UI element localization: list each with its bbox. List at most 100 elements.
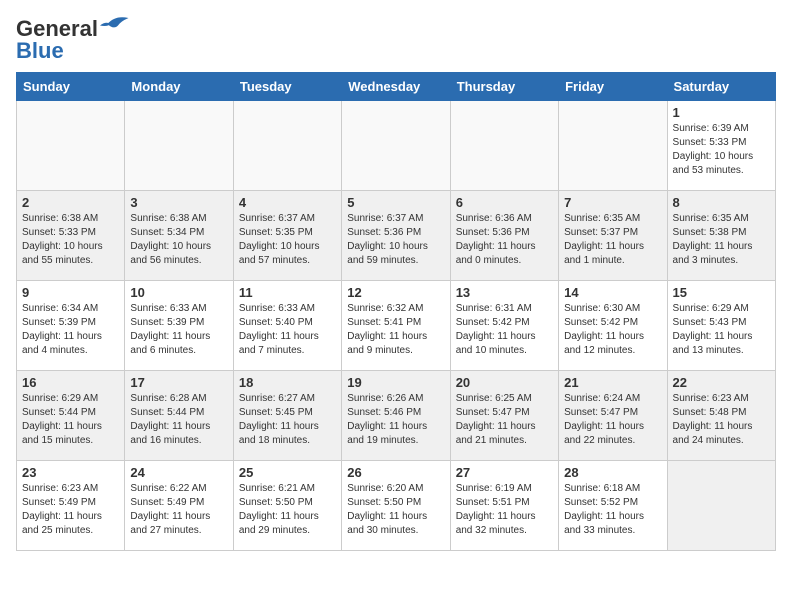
day-number: 3: [130, 195, 227, 210]
day-info: Sunrise: 6:36 AM Sunset: 5:36 PM Dayligh…: [456, 212, 553, 268]
day-number: 28: [564, 465, 661, 480]
day-number: 5: [347, 195, 444, 210]
calendar-day-cell: 3 Sunrise: 6:38 AM Sunset: 5:34 PM Daylig…: [125, 191, 233, 281]
day-number: 27: [456, 465, 553, 480]
day-number: 19: [347, 375, 444, 390]
calendar-day-cell: [233, 101, 341, 191]
calendar-day-cell: 23 Sunrise: 6:23 AM Sunset: 5:49 PM Dayli…: [17, 461, 125, 551]
calendar-day-cell: 27 Sunrise: 6:19 AM Sunset: 5:51 PM Dayli…: [450, 461, 558, 551]
day-info: Sunrise: 6:35 AM Sunset: 5:37 PM Dayligh…: [564, 212, 661, 268]
day-info: Sunrise: 6:25 AM Sunset: 5:47 PM Dayligh…: [456, 392, 553, 448]
day-info: Sunrise: 6:29 AM Sunset: 5:44 PM Dayligh…: [22, 392, 119, 448]
day-info: Sunrise: 6:33 AM Sunset: 5:40 PM Dayligh…: [239, 302, 336, 358]
calendar-day-cell: 25Sunrise: 6:21 AM Sunset: 5:50 PM Dayli…: [233, 461, 341, 551]
calendar-day-cell: [667, 461, 775, 551]
calendar-day-cell: [342, 101, 450, 191]
calendar-day-cell: 9 Sunrise: 6:34 AM Sunset: 5:39 PM Daylig…: [17, 281, 125, 371]
day-info: Sunrise: 6:38 AM Sunset: 5:34 PM Dayligh…: [130, 212, 227, 268]
calendar-day-cell: 19 Sunrise: 6:26 AM Sunset: 5:46 PM Dayli…: [342, 371, 450, 461]
calendar-header-row: SundayMondayTuesdayWednesdayThursdayFrid…: [17, 73, 776, 101]
calendar-day-cell: 11 Sunrise: 6:33 AM Sunset: 5:40 PM Dayli…: [233, 281, 341, 371]
calendar-day-cell: 20 Sunrise: 6:25 AM Sunset: 5:47 PM Dayli…: [450, 371, 558, 461]
day-number: 11: [239, 285, 336, 300]
day-info: Sunrise: 6:37 AM Sunset: 5:36 PM Dayligh…: [347, 212, 444, 268]
day-info: Sunrise: 6:30 AM Sunset: 5:42 PM Dayligh…: [564, 302, 661, 358]
calendar-day-cell: 12 Sunrise: 6:32 AM Sunset: 5:41 PM Dayli…: [342, 281, 450, 371]
day-info: Sunrise: 6:35 AM Sunset: 5:38 PM Dayligh…: [673, 212, 770, 268]
calendar-day-cell: 16Sunrise: 6:29 AM Sunset: 5:44 PM Dayli…: [17, 371, 125, 461]
calendar-day-cell: [559, 101, 667, 191]
day-number: 15: [673, 285, 770, 300]
day-number: 9: [22, 285, 119, 300]
day-number: 26: [347, 465, 444, 480]
day-info: Sunrise: 6:18 AM Sunset: 5:52 PM Dayligh…: [564, 482, 661, 538]
day-info: Sunrise: 6:29 AM Sunset: 5:43 PM Dayligh…: [673, 302, 770, 358]
calendar-table: SundayMondayTuesdayWednesdayThursdayFrid…: [16, 72, 776, 551]
column-header-thursday: Thursday: [450, 73, 558, 101]
day-number: 23: [22, 465, 119, 480]
day-info: Sunrise: 6:23 AM Sunset: 5:48 PM Dayligh…: [673, 392, 770, 448]
logo-blue: Blue: [16, 38, 64, 64]
calendar-day-cell: 21 Sunrise: 6:24 AM Sunset: 5:47 PM Dayli…: [559, 371, 667, 461]
calendar-day-cell: 1Sunrise: 6:39 AM Sunset: 5:33 PM Daylig…: [667, 101, 775, 191]
logo-bird-icon: [100, 15, 130, 33]
day-number: 8: [673, 195, 770, 210]
day-info: Sunrise: 6:38 AM Sunset: 5:33 PM Dayligh…: [22, 212, 119, 268]
day-info: Sunrise: 6:19 AM Sunset: 5:51 PM Dayligh…: [456, 482, 553, 538]
day-info: Sunrise: 6:20 AM Sunset: 5:50 PM Dayligh…: [347, 482, 444, 538]
day-number: 1: [673, 105, 770, 120]
column-header-monday: Monday: [125, 73, 233, 101]
day-info: Sunrise: 6:24 AM Sunset: 5:47 PM Dayligh…: [564, 392, 661, 448]
calendar-day-cell: 22 Sunrise: 6:23 AM Sunset: 5:48 PM Dayli…: [667, 371, 775, 461]
column-header-friday: Friday: [559, 73, 667, 101]
day-info: Sunrise: 6:32 AM Sunset: 5:41 PM Dayligh…: [347, 302, 444, 358]
calendar-day-cell: 4Sunrise: 6:37 AM Sunset: 5:35 PM Daylig…: [233, 191, 341, 281]
page-header: General Blue: [16, 16, 776, 64]
calendar-week-row: 1Sunrise: 6:39 AM Sunset: 5:33 PM Daylig…: [17, 101, 776, 191]
calendar-day-cell: 8 Sunrise: 6:35 AM Sunset: 5:38 PM Daylig…: [667, 191, 775, 281]
day-info: Sunrise: 6:28 AM Sunset: 5:44 PM Dayligh…: [130, 392, 227, 448]
day-info: Sunrise: 6:34 AM Sunset: 5:39 PM Dayligh…: [22, 302, 119, 358]
day-number: 2: [22, 195, 119, 210]
day-info: Sunrise: 6:22 AM Sunset: 5:49 PM Dayligh…: [130, 482, 227, 538]
calendar-week-row: 9 Sunrise: 6:34 AM Sunset: 5:39 PM Daylig…: [17, 281, 776, 371]
calendar-day-cell: 28 Sunrise: 6:18 AM Sunset: 5:52 PM Dayli…: [559, 461, 667, 551]
logo: General Blue: [16, 16, 130, 64]
day-info: Sunrise: 6:33 AM Sunset: 5:39 PM Dayligh…: [130, 302, 227, 358]
day-number: 24: [130, 465, 227, 480]
calendar-week-row: 2 Sunrise: 6:38 AM Sunset: 5:33 PM Daylig…: [17, 191, 776, 281]
calendar-day-cell: 7 Sunrise: 6:35 AM Sunset: 5:37 PM Daylig…: [559, 191, 667, 281]
day-number: 21: [564, 375, 661, 390]
day-number: 12: [347, 285, 444, 300]
calendar-week-row: 23 Sunrise: 6:23 AM Sunset: 5:49 PM Dayli…: [17, 461, 776, 551]
day-number: 6: [456, 195, 553, 210]
column-header-saturday: Saturday: [667, 73, 775, 101]
day-info: Sunrise: 6:26 AM Sunset: 5:46 PM Dayligh…: [347, 392, 444, 448]
calendar-day-cell: 13Sunrise: 6:31 AM Sunset: 5:42 PM Dayli…: [450, 281, 558, 371]
calendar-day-cell: 5 Sunrise: 6:37 AM Sunset: 5:36 PM Daylig…: [342, 191, 450, 281]
day-number: 7: [564, 195, 661, 210]
day-number: 18: [239, 375, 336, 390]
calendar-day-cell: 10Sunrise: 6:33 AM Sunset: 5:39 PM Dayli…: [125, 281, 233, 371]
calendar-day-cell: 26 Sunrise: 6:20 AM Sunset: 5:50 PM Dayli…: [342, 461, 450, 551]
calendar-day-cell: [125, 101, 233, 191]
day-info: Sunrise: 6:23 AM Sunset: 5:49 PM Dayligh…: [22, 482, 119, 538]
calendar-day-cell: [450, 101, 558, 191]
column-header-wednesday: Wednesday: [342, 73, 450, 101]
calendar-day-cell: [17, 101, 125, 191]
calendar-day-cell: 15 Sunrise: 6:29 AM Sunset: 5:43 PM Dayli…: [667, 281, 775, 371]
calendar-day-cell: 24 Sunrise: 6:22 AM Sunset: 5:49 PM Dayli…: [125, 461, 233, 551]
day-info: Sunrise: 6:37 AM Sunset: 5:35 PM Dayligh…: [239, 212, 336, 268]
calendar-day-cell: 2 Sunrise: 6:38 AM Sunset: 5:33 PM Daylig…: [17, 191, 125, 281]
day-info: Sunrise: 6:27 AM Sunset: 5:45 PM Dayligh…: [239, 392, 336, 448]
column-header-tuesday: Tuesday: [233, 73, 341, 101]
day-number: 25: [239, 465, 336, 480]
day-number: 20: [456, 375, 553, 390]
column-header-sunday: Sunday: [17, 73, 125, 101]
calendar-day-cell: 14Sunrise: 6:30 AM Sunset: 5:42 PM Dayli…: [559, 281, 667, 371]
calendar-week-row: 16Sunrise: 6:29 AM Sunset: 5:44 PM Dayli…: [17, 371, 776, 461]
calendar-day-cell: 17 Sunrise: 6:28 AM Sunset: 5:44 PM Dayli…: [125, 371, 233, 461]
day-number: 17: [130, 375, 227, 390]
day-number: 13: [456, 285, 553, 300]
day-number: 22: [673, 375, 770, 390]
